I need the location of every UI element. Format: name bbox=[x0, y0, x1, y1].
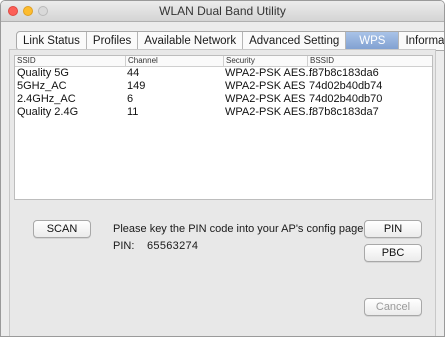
tab-profiles[interactable]: Profiles bbox=[87, 32, 139, 50]
security-cell: WPA2-PSK AES... bbox=[225, 67, 315, 79]
network-list-header: SSID Channel Security BSSID bbox=[15, 56, 432, 67]
scan-button[interactable]: SCAN bbox=[33, 220, 91, 238]
ssid-cell: Quality 2.4G bbox=[17, 106, 79, 118]
channel-cell: 44 bbox=[127, 67, 140, 79]
table-row[interactable]: Quality 5G 44 WPA2-PSK AES... f87b8c183d… bbox=[15, 67, 432, 80]
tab-advanced-setting[interactable]: Advanced Setting bbox=[243, 32, 347, 50]
column-header-ssid[interactable]: SSID bbox=[15, 56, 123, 66]
pin-code: 65563274 bbox=[147, 240, 199, 252]
ssid-cell: 5GHz_AC bbox=[17, 80, 67, 92]
channel-cell: 11 bbox=[127, 106, 139, 118]
tab-available-network[interactable]: Available Network bbox=[138, 32, 244, 50]
security-cell: WPA2-PSK AES... bbox=[225, 106, 315, 118]
ssid-cell: Quality 5G bbox=[17, 67, 69, 79]
bssid-cell: f87b8c183da7 bbox=[309, 106, 379, 118]
cancel-button: Cancel bbox=[364, 298, 422, 316]
column-header-bssid[interactable]: BSSID bbox=[307, 56, 430, 66]
table-row[interactable]: Quality 2.4G 11 WPA2-PSK AES... f87b8c18… bbox=[15, 106, 432, 119]
network-list[interactable]: SSID Channel Security BSSID Quality 5G 4… bbox=[14, 55, 433, 200]
channel-cell: 149 bbox=[127, 80, 146, 92]
ssid-cell: 2.4GHz_AC bbox=[17, 93, 76, 105]
security-cell: WPA2-PSK AES bbox=[225, 93, 306, 105]
security-cell: WPA2-PSK AES bbox=[225, 80, 306, 92]
pin-label: PIN: bbox=[113, 240, 135, 252]
pin-instruction: Please key the PIN code into your AP's c… bbox=[113, 223, 364, 235]
column-header-channel[interactable]: Channel bbox=[125, 56, 222, 66]
bssid-cell: f87b8c183da6 bbox=[309, 67, 379, 79]
tab-information[interactable]: Information bbox=[399, 32, 444, 50]
app-window: WLAN Dual Band Utility Link Status Profi… bbox=[0, 0, 445, 337]
title-bar[interactable]: WLAN Dual Band Utility bbox=[1, 1, 444, 22]
tab-bar: Link Status Profiles Available Network A… bbox=[16, 31, 444, 51]
tab-wps[interactable]: WPS bbox=[346, 32, 400, 50]
channel-cell: 6 bbox=[127, 93, 134, 105]
wps-panel: SSID Channel Security BSSID Quality 5G 4… bbox=[9, 49, 436, 336]
bssid-cell: 74d02b40db74 bbox=[309, 80, 383, 92]
pin-button[interactable]: PIN bbox=[364, 220, 422, 238]
table-row[interactable]: 5GHz_AC 149 WPA2-PSK AES 74d02b40db74 bbox=[15, 80, 432, 93]
column-header-security[interactable]: Security bbox=[223, 56, 306, 66]
bssid-cell: 74d02b40db70 bbox=[309, 93, 383, 105]
window-title: WLAN Dual Band Utility bbox=[159, 4, 286, 18]
tab-link-status[interactable]: Link Status bbox=[17, 32, 87, 50]
pbc-button[interactable]: PBC bbox=[364, 244, 422, 262]
table-row[interactable]: 2.4GHz_AC 6 WPA2-PSK AES 74d02b40db70 bbox=[15, 93, 432, 106]
